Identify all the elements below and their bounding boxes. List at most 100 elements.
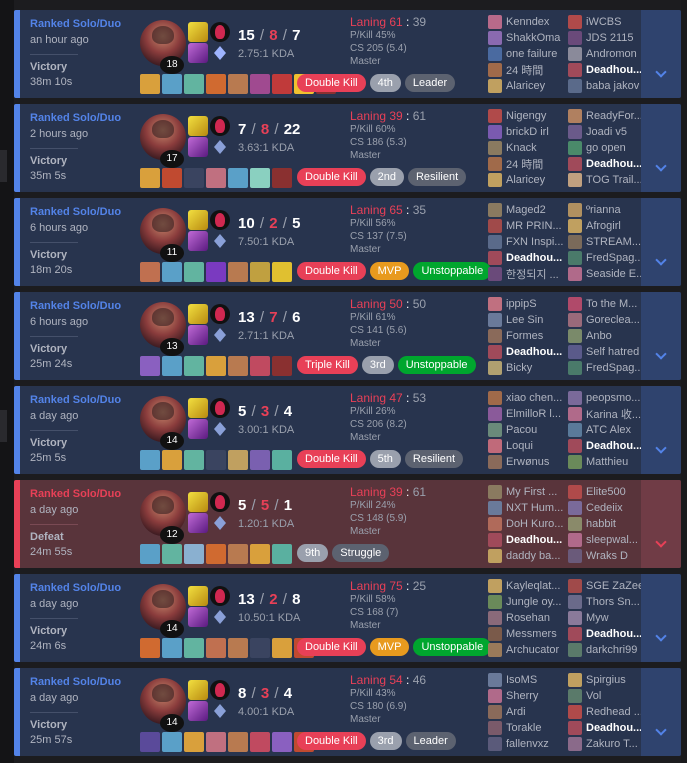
expand-details-button[interactable] <box>641 480 681 568</box>
keystone-rune-icon[interactable] <box>210 22 230 42</box>
participant-row[interactable]: xiao chen... <box>488 390 568 406</box>
participant-name[interactable]: Jungle oy... <box>506 596 568 608</box>
participant-row[interactable]: peopsmo... <box>568 390 648 406</box>
participant-name[interactable]: habbit <box>586 518 648 530</box>
summoner-spell-flash-icon[interactable] <box>188 22 208 42</box>
participant-row[interactable]: Deadhou... <box>488 532 568 548</box>
participant-row[interactable]: sleepwal... <box>568 532 648 548</box>
participant-row[interactable]: Alaricey <box>488 78 568 94</box>
item-slot-icon[interactable] <box>228 638 248 658</box>
participant-name[interactable]: Self hatred <box>586 346 648 358</box>
summoner-spell-flash-icon[interactable] <box>188 680 208 700</box>
participant-name[interactable]: Formes <box>506 330 568 342</box>
item-slot-icon[interactable] <box>250 262 270 282</box>
item-slot-icon[interactable] <box>228 732 248 752</box>
item-slot-icon[interactable] <box>184 544 204 564</box>
participant-name[interactable]: TOG Trail... <box>586 174 648 186</box>
expand-details-button[interactable] <box>641 668 681 756</box>
participant-row[interactable]: Torakle <box>488 720 568 736</box>
item-slot-icon[interactable] <box>206 544 226 564</box>
item-slot-icon[interactable] <box>250 450 270 470</box>
item-slot-icon[interactable] <box>228 168 248 188</box>
participant-name[interactable]: Thors Sn... <box>586 596 648 608</box>
participant-name[interactable]: iWCBS <box>586 16 648 28</box>
secondary-rune-icon[interactable] <box>213 704 227 718</box>
expand-details-button[interactable] <box>641 198 681 286</box>
item-slot-icon[interactable] <box>272 168 292 188</box>
item-slot-icon[interactable] <box>272 450 292 470</box>
participant-row[interactable]: Rosehan <box>488 610 568 626</box>
summoner-spell-ignite-icon[interactable] <box>188 325 208 345</box>
keystone-rune-icon[interactable] <box>210 210 230 230</box>
item-slot-icon[interactable] <box>206 74 226 94</box>
participant-name[interactable]: Deadhou... <box>586 158 648 170</box>
participant-name[interactable]: 24 時間 <box>506 62 568 78</box>
item-slot-icon[interactable] <box>272 356 292 376</box>
summoner-spell-flash-icon[interactable] <box>188 116 208 136</box>
participant-row[interactable]: ºrianna <box>568 202 648 218</box>
secondary-rune-icon[interactable] <box>213 140 227 154</box>
participant-name[interactable]: IsoMS <box>506 674 568 686</box>
participant-name[interactable]: Bicky <box>506 362 568 374</box>
participant-row[interactable]: FredSpag... <box>568 360 648 376</box>
item-slot-icon[interactable] <box>184 450 204 470</box>
item-slot-icon[interactable] <box>206 450 226 470</box>
participant-row[interactable]: SGE ZaZee <box>568 578 648 594</box>
item-slot-icon[interactable] <box>272 262 292 282</box>
participant-name[interactable]: Deadhou... <box>506 534 568 546</box>
participant-name[interactable]: Seaside E... <box>586 268 648 280</box>
item-slot-icon[interactable] <box>140 168 160 188</box>
item-slot-icon[interactable] <box>272 638 292 658</box>
participant-row[interactable]: Seaside E... <box>568 266 648 282</box>
participant-name[interactable]: Deadhou... <box>586 440 648 452</box>
participant-row[interactable]: Formes <box>488 328 568 344</box>
participant-row[interactable]: Archucator <box>488 642 568 658</box>
participant-row[interactable]: Jungle oy... <box>488 594 568 610</box>
participant-name[interactable]: Deadhou... <box>586 722 648 734</box>
participant-name[interactable]: one failure <box>506 48 568 60</box>
participant-row[interactable]: Deadhou... <box>568 720 648 736</box>
participant-row[interactable]: Gorecleа... <box>568 312 648 328</box>
participant-name[interactable]: daddy ba... <box>506 550 568 562</box>
participant-row[interactable]: TOG Trail... <box>568 172 648 188</box>
item-slot-icon[interactable] <box>162 450 182 470</box>
match-card[interactable]: Ranked Solo/Duo a day ago Victory 24m 6s… <box>14 574 681 662</box>
participant-name[interactable]: Afrogirl <box>586 220 648 232</box>
item-slot-icon[interactable] <box>206 168 226 188</box>
participant-row[interactable]: 24 時間 <box>488 62 568 78</box>
item-slot-icon[interactable] <box>250 544 270 564</box>
participant-name[interactable]: Myw <box>586 612 648 624</box>
participant-name[interactable]: Loqui <box>506 440 568 452</box>
item-slot-icon[interactable] <box>184 638 204 658</box>
summoner-spell-ignite-icon[interactable] <box>188 513 208 533</box>
participant-name[interactable]: 24 時間 <box>506 156 568 172</box>
participant-name[interactable]: Lee Sin <box>506 314 568 326</box>
participant-row[interactable]: Thors Sn... <box>568 594 648 610</box>
participant-name[interactable]: Kenndex <box>506 16 568 28</box>
participant-row[interactable]: Deadhou... <box>568 626 648 642</box>
participant-name[interactable]: Nigengy <box>506 110 568 122</box>
keystone-rune-icon[interactable] <box>210 304 230 324</box>
participant-name[interactable]: STREAM... <box>586 236 648 248</box>
participant-name[interactable]: Deadhou... <box>506 252 568 264</box>
participant-row[interactable]: daddy ba... <box>488 548 568 564</box>
participant-name[interactable]: Elite500 <box>586 486 648 498</box>
keystone-rune-icon[interactable] <box>210 586 230 606</box>
participant-row[interactable]: Spirgius <box>568 672 648 688</box>
participant-row[interactable]: Wraks D <box>568 548 648 564</box>
secondary-rune-icon[interactable] <box>213 46 227 60</box>
participant-name[interactable]: SGE ZaZee <box>586 580 648 592</box>
participant-name[interactable]: Karina 收... <box>586 406 648 422</box>
participant-name[interactable]: brickD irl <box>506 126 568 138</box>
summoner-spell-ignite-icon[interactable] <box>188 701 208 721</box>
participant-name[interactable]: MR PRIN... <box>506 220 568 232</box>
participant-name[interactable]: Deadhou... <box>506 346 568 358</box>
summoner-spell-ignite-icon[interactable] <box>188 137 208 157</box>
participant-name[interactable]: sleepwal... <box>586 534 648 546</box>
item-slot-icon[interactable] <box>272 74 292 94</box>
participant-row[interactable]: Joadi v5 <box>568 124 648 140</box>
participant-row[interactable]: Zakuro T... <box>568 736 648 752</box>
match-card[interactable]: Ranked Solo/Duo a day ago Defeat 24m 55s… <box>14 480 681 568</box>
participant-row[interactable]: NXT Hum... <box>488 500 568 516</box>
participant-name[interactable]: ReadyFor... <box>586 110 648 122</box>
